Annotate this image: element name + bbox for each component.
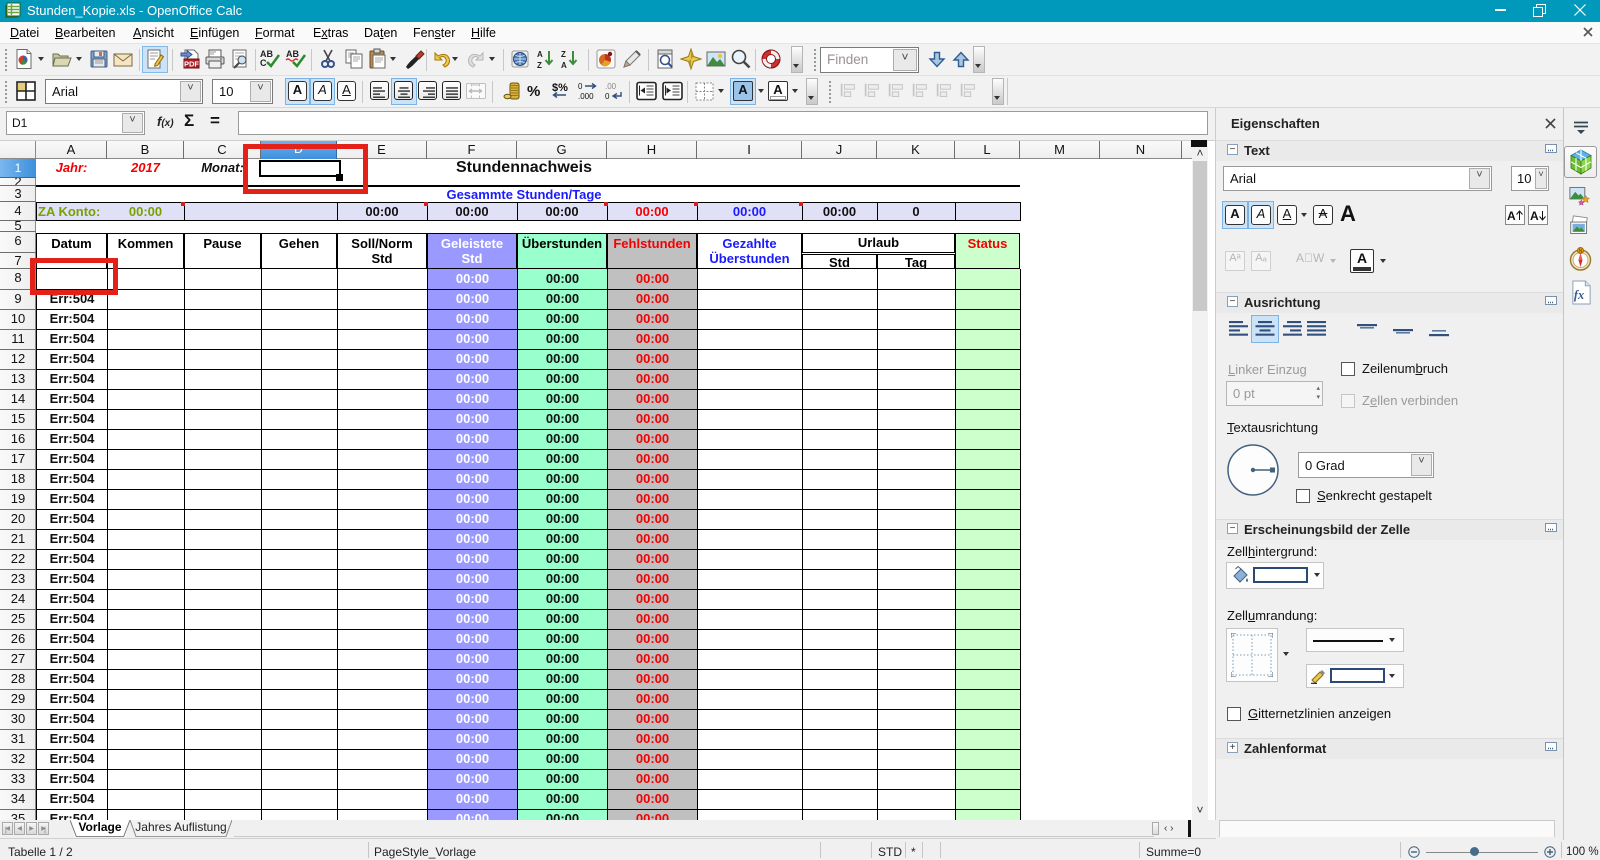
- svg-text:A: A: [537, 50, 543, 59]
- svg-text:Z: Z: [537, 61, 542, 70]
- svg-text:0: 0: [578, 82, 583, 91]
- svg-text:AB: AB: [286, 49, 299, 59]
- svg-text:PDF: PDF: [184, 59, 199, 68]
- svg-text:A: A: [1507, 209, 1516, 223]
- svg-text:.00: .00: [605, 82, 617, 91]
- svg-text:C: C: [260, 58, 267, 68]
- svg-text:A: A: [1530, 209, 1539, 223]
- svg-text:A: A: [561, 61, 567, 70]
- svg-text:N: N: [1579, 249, 1583, 255]
- svg-text:fx: fx: [1574, 288, 1584, 302]
- svg-text:Z: Z: [561, 50, 566, 59]
- svg-text:$%: $%: [552, 82, 568, 94]
- svg-text:0: 0: [605, 92, 610, 101]
- svg-text:.000: .000: [578, 92, 594, 101]
